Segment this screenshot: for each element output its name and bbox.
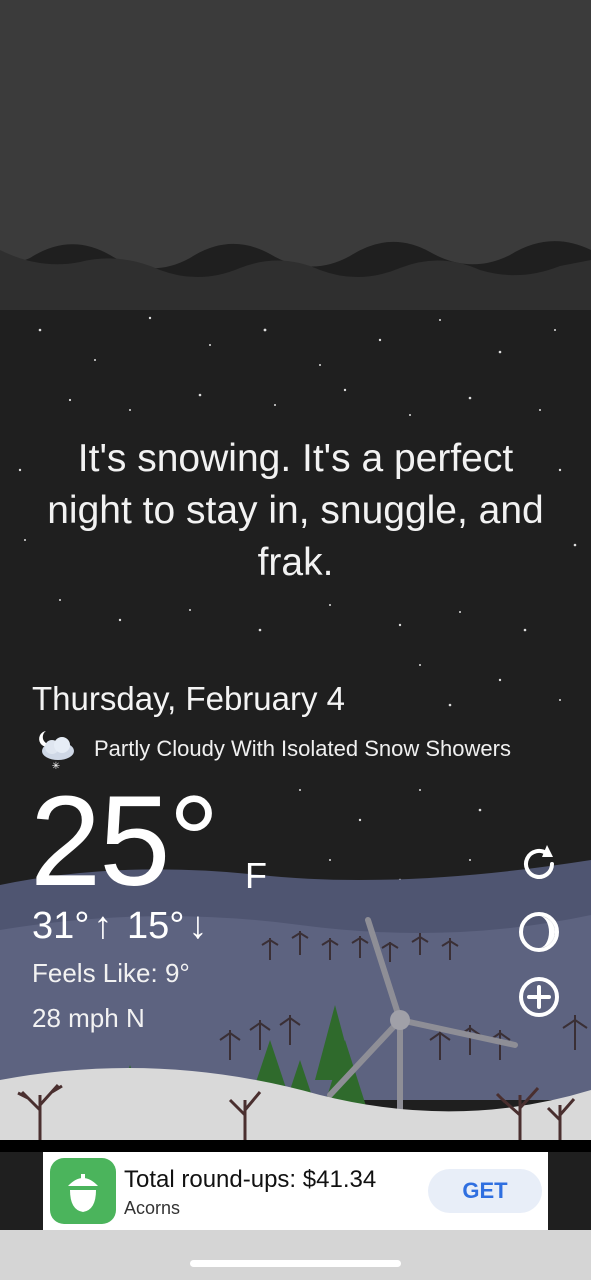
add-icon xyxy=(519,977,559,1017)
low-temperature: 15° xyxy=(127,905,185,947)
weather-scene-background xyxy=(0,0,591,1280)
moon-phase-icon xyxy=(519,912,559,952)
temperature-unit: F xyxy=(245,855,267,896)
forecast-date: Thursday, February 4 xyxy=(32,680,346,717)
condition-row: ✳ Partly Cloudy With Isolated Snow Showe… xyxy=(32,727,511,772)
ad-subtitle: Acorns xyxy=(124,1198,181,1218)
high-low: 31° ↑ 15° ↓ xyxy=(32,905,212,948)
moon-cloud-snow-icon: ✳ xyxy=(32,727,80,772)
weather-message: It's snowing. It's a perfect night to st… xyxy=(47,437,544,584)
refresh-icon xyxy=(524,845,554,879)
add-button[interactable] xyxy=(516,974,562,1020)
ad-title: Total round-ups: $41.34 xyxy=(124,1166,377,1193)
ad-get-button[interactable]: GET xyxy=(428,1169,542,1213)
condition-text: Partly Cloudy With Isolated Snow Showers xyxy=(94,736,511,761)
up-arrow-icon: ↑ xyxy=(93,905,113,947)
feels-like: Feels Like: 9° xyxy=(32,958,190,988)
wind-speed: 28 mph N xyxy=(32,1003,145,1033)
moon-phase-button[interactable] xyxy=(516,909,562,955)
down-arrow-icon: ↓ xyxy=(188,905,208,947)
home-indicator[interactable] xyxy=(190,1260,401,1267)
current-temperature: 25° xyxy=(30,770,220,913)
refresh-button[interactable] xyxy=(516,841,562,887)
acorn-icon xyxy=(50,1158,116,1224)
high-temperature: 31° xyxy=(32,905,90,947)
ad-banner[interactable]: Total round-ups: $41.34 Acorns GET xyxy=(43,1152,548,1230)
